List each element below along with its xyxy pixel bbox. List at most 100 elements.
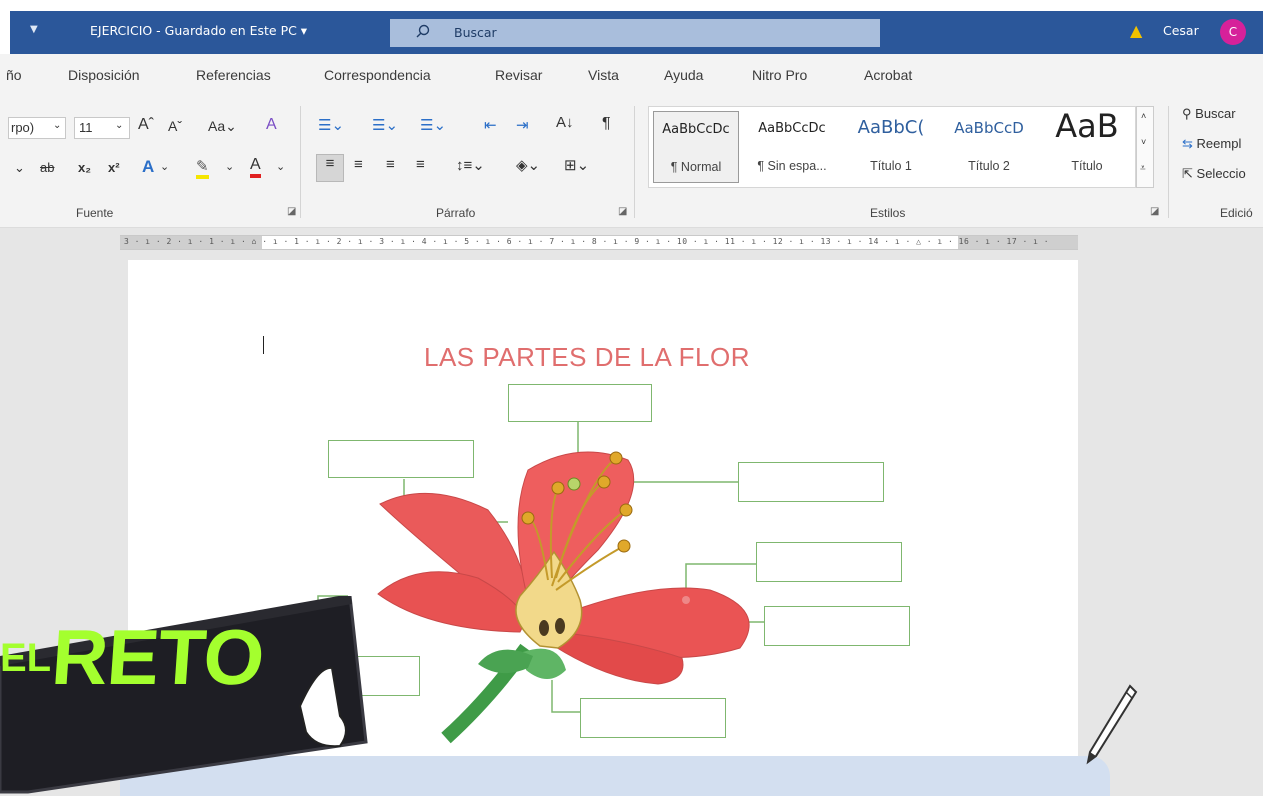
increase-indent-icon[interactable]: ⇥ xyxy=(516,116,529,134)
reto-badge: EL RETO xyxy=(0,596,380,796)
chevron-down-icon[interactable]: ⌄ xyxy=(276,160,285,173)
shrink-font-icon[interactable]: Aˇ xyxy=(168,118,182,134)
tab-vista[interactable]: Vista xyxy=(588,67,619,83)
chevron-down-icon: ⌄ xyxy=(115,120,124,131)
replace-button[interactable]: ⇆ Reempl xyxy=(1182,136,1241,152)
tab-ayuda[interactable]: Ayuda xyxy=(664,67,703,83)
ruler-ticks: 3 · ı · 2 · ı · 1 · ı · ⌂ · ı · 1 · ı · … xyxy=(124,237,1050,246)
find-label: Buscar xyxy=(1195,106,1236,121)
cursor-icon: ⇱ xyxy=(1182,166,1193,181)
chevron-down-icon[interactable]: ⌄ xyxy=(160,160,169,173)
user-name[interactable]: Cesar xyxy=(1163,23,1199,38)
tab-revisar[interactable]: Revisar xyxy=(495,67,542,83)
tab-disposicion[interactable]: Disposición xyxy=(68,67,140,83)
align-center-icon[interactable]: ≡ xyxy=(354,156,363,173)
change-case-icon[interactable]: Aa⌄ xyxy=(208,118,237,135)
search-icon: ⚲ xyxy=(1182,106,1192,121)
style-normal[interactable]: AaBbCcDc ¶ Normal xyxy=(653,111,739,183)
horizontal-ruler[interactable]: 3 · ı · 2 · ı · 1 · ı · ⌂ · ı · 1 · ı · … xyxy=(120,235,1078,250)
find-button[interactable]: ⚲ Buscar xyxy=(1182,106,1236,122)
ovule-icon xyxy=(539,620,549,636)
shading-icon[interactable]: ◈⌄ xyxy=(516,156,540,174)
styles-scroll[interactable]: ˄ ˅ ⩡ xyxy=(1136,106,1154,188)
tab-referencias[interactable]: Referencias xyxy=(196,67,271,83)
dialog-launcher-icon[interactable]: ◪ xyxy=(618,206,627,217)
style-sample: AaBbCcD xyxy=(954,119,1024,137)
font-size-select[interactable]: 11 ⌄ xyxy=(74,117,130,139)
tab-correspondencia[interactable]: Correspondencia xyxy=(324,67,431,83)
title-bar-strip: ▼ EJERCICIO - Guardado en Este PC ▾ Busc… xyxy=(10,11,1263,54)
label-box-bottom[interactable] xyxy=(580,698,726,738)
bullets-icon[interactable]: ☰⌄ xyxy=(318,116,344,134)
style-titulo-1[interactable]: AaBbC( Título 1 xyxy=(845,111,937,183)
avatar[interactable]: C xyxy=(1220,19,1246,45)
tab-diseno[interactable]: ño xyxy=(6,67,22,83)
multilevel-list-icon[interactable]: ☰⌄ xyxy=(420,116,446,134)
label-box-top[interactable] xyxy=(508,384,652,422)
font-name-select[interactable]: rpo) ⌄ xyxy=(8,117,66,139)
title-bar: ▼ EJERCICIO - Guardado en Este PC ▾ Busc… xyxy=(0,0,1263,54)
style-sample: AaBbCcDc xyxy=(662,122,730,137)
warning-icon[interactable]: ▲ xyxy=(1130,21,1142,40)
style-sample: AaBbCcDc xyxy=(758,121,826,136)
sort-icon[interactable]: A↓ xyxy=(556,114,574,131)
group-label-estilos: Estilos xyxy=(870,206,906,220)
dialog-launcher-icon[interactable]: ◪ xyxy=(287,206,296,217)
line-spacing-icon[interactable]: ↕≡⌄ xyxy=(456,156,485,174)
subscript-icon[interactable]: x₂ xyxy=(78,160,91,175)
group-label-edicion: Edició xyxy=(1220,206,1253,220)
borders-icon[interactable]: ⊞⌄ xyxy=(564,156,589,174)
chevron-down-icon[interactable]: ˅ xyxy=(1141,137,1146,147)
divider xyxy=(1168,106,1169,218)
divider xyxy=(300,106,301,218)
show-formatting-icon[interactable]: ¶ xyxy=(602,115,611,133)
select-label: Seleccio xyxy=(1196,166,1246,181)
numbering-icon[interactable]: ☰⌄ xyxy=(372,116,398,134)
chevron-down-icon: ⌄ xyxy=(53,120,62,131)
search-box[interactable]: Buscar xyxy=(390,19,880,47)
justify-icon[interactable]: ≡ xyxy=(416,156,425,173)
badge-prefix: EL xyxy=(0,636,52,680)
select-button[interactable]: ⇱ Seleccio xyxy=(1182,166,1246,182)
label-box-upper-left[interactable] xyxy=(328,440,474,478)
style-titulo[interactable]: AaB Título xyxy=(1041,107,1133,183)
font-name-value: rpo) xyxy=(11,120,35,135)
align-right-icon[interactable]: ≡ xyxy=(386,156,395,173)
quick-access-dropdown-icon[interactable]: ▼ xyxy=(30,24,38,35)
ribbon: rpo) ⌄ 11 ⌄ Aˆ Aˇ Aa⌄ A ⌄ ab x₂ x² A ⌄ ✎… xyxy=(0,98,1263,228)
replace-icon: ⇆ xyxy=(1182,136,1193,151)
label-box-lower-right[interactable] xyxy=(764,606,910,646)
chevron-up-icon[interactable]: ˄ xyxy=(1141,111,1146,121)
chevron-down-icon[interactable]: ⌄ xyxy=(14,160,25,176)
divider xyxy=(634,106,635,218)
highlight-icon[interactable]: ✎ xyxy=(196,157,209,179)
chevron-down-icon[interactable]: ⌄ xyxy=(225,160,234,173)
styles-gallery: AaBbCcDc ¶ Normal AaBbCcDc ¶ Sin espa...… xyxy=(648,106,1136,188)
badge-word: RETO xyxy=(48,613,267,701)
label-box-upper-right[interactable] xyxy=(738,462,884,502)
tab-acrobat[interactable]: Acrobat xyxy=(864,67,912,83)
tab-nitro-pro[interactable]: Nitro Pro xyxy=(752,67,807,83)
document-title[interactable]: EJERCICIO - Guardado en Este PC ▾ xyxy=(90,23,307,38)
dialog-launcher-icon[interactable]: ◪ xyxy=(1150,206,1159,217)
group-label-parrafo: Párrafo xyxy=(436,206,476,220)
style-titulo-2[interactable]: AaBbCcD Título 2 xyxy=(943,111,1035,183)
ovule-icon xyxy=(555,618,565,634)
grow-font-icon[interactable]: Aˆ xyxy=(138,116,154,134)
strikethrough-icon[interactable]: ab xyxy=(40,160,54,175)
clear-format-icon[interactable]: A xyxy=(266,116,277,134)
font-color-icon[interactable]: A xyxy=(250,156,261,178)
style-sin-espaciado[interactable]: AaBbCcDc ¶ Sin espa... xyxy=(749,111,835,183)
decrease-indent-icon[interactable]: ⇤ xyxy=(484,116,497,134)
more-styles-icon[interactable]: ⩡ xyxy=(1140,163,1146,174)
style-sample: AaBbC( xyxy=(857,117,925,138)
search-placeholder: Buscar xyxy=(454,25,497,40)
leader-dot xyxy=(682,596,690,604)
style-name: Título xyxy=(1071,159,1103,173)
pencil-icon xyxy=(1086,684,1138,765)
ruler-bar: 3 · ı · 2 · ı · 1 · ı · ⌂ · ı · 1 · ı · … xyxy=(0,228,1263,256)
label-box-right[interactable] xyxy=(756,542,902,582)
text-effects-icon[interactable]: A xyxy=(142,157,154,177)
superscript-icon[interactable]: x² xyxy=(108,160,120,175)
align-left-icon[interactable]: ≡ xyxy=(316,154,344,182)
